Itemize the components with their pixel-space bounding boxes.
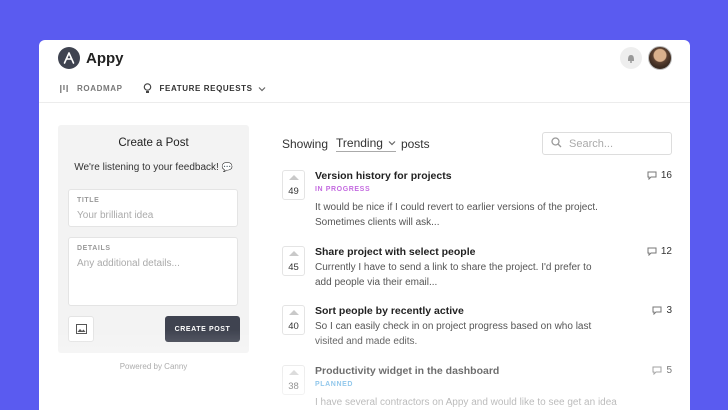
- upvote-arrow-icon: [289, 370, 299, 375]
- post-description-line: visited and made edits.: [315, 336, 418, 347]
- post-title[interactable]: Productivity widget in the dashboard: [315, 365, 499, 377]
- post-description: I have several contractors on Appy and w…: [315, 395, 635, 410]
- speech-bubble-icon: 💬: [221, 162, 233, 172]
- posts-list-header: Showing Trending posts: [282, 136, 430, 152]
- post-title[interactable]: Sort people by recently active: [315, 305, 464, 317]
- details-field-label: DETAILS: [77, 245, 111, 252]
- comment-count: 16: [647, 170, 672, 181]
- upvote-button[interactable]: 40: [282, 305, 305, 335]
- header: Appy ROADMAP FEATURE REQUESTS: [39, 40, 690, 103]
- post-description-line: I have several contractors on Appy and w…: [315, 397, 617, 408]
- upvote-arrow-icon: [289, 251, 299, 256]
- upvote-button[interactable]: 45: [282, 246, 305, 276]
- user-avatar[interactable]: [648, 46, 672, 70]
- roadmap-icon: [59, 84, 69, 94]
- image-icon: [75, 324, 87, 334]
- vote-count: 40: [288, 321, 299, 332]
- post-description: It would be nice if I could revert to ea…: [315, 200, 635, 230]
- search-icon: [551, 135, 562, 153]
- nav-item-feature-requests[interactable]: FEATURE REQUESTS: [143, 83, 266, 94]
- notification-icon[interactable]: [620, 47, 642, 69]
- create-post-subtitle-text: We're listening to your feedback!: [74, 162, 219, 173]
- comment-icon: [652, 366, 662, 375]
- nav-label-feature-requests: FEATURE REQUESTS: [159, 84, 253, 93]
- upvote-button[interactable]: 38: [282, 365, 305, 395]
- post-description-line: So I can easily check in on project prog…: [315, 321, 592, 332]
- powered-by-link[interactable]: Powered by Canny: [58, 362, 249, 371]
- comment-count: 12: [647, 246, 672, 257]
- search-input[interactable]: [569, 137, 664, 150]
- lightbulb-icon: [143, 83, 152, 94]
- comment-icon: [647, 171, 657, 180]
- comment-count: 5: [652, 365, 672, 376]
- post-description-line: add people via their email...: [315, 277, 438, 288]
- posts-label: posts: [400, 137, 430, 151]
- comment-count-value: 16: [660, 170, 672, 181]
- post-description-line: Sometimes clients will ask...: [315, 217, 440, 228]
- post-title[interactable]: Version history for projects: [315, 170, 452, 182]
- sort-value: Trending: [336, 136, 383, 150]
- comment-icon: [647, 247, 657, 256]
- upvote-arrow-icon: [289, 310, 299, 315]
- attach-image-button[interactable]: [68, 316, 94, 342]
- title-field-label: TITLE: [77, 197, 100, 204]
- status-badge: IN PROGRESS: [315, 186, 371, 193]
- post-description: Currently I have to send a link to share…: [315, 260, 635, 290]
- nav-bar: ROADMAP FEATURE REQUESTS: [59, 83, 286, 94]
- create-post-panel: Create a Post We're listening to your fe…: [58, 125, 249, 353]
- title-field[interactable]: TITLE Your brilliant idea: [68, 189, 238, 227]
- app-window: Appy ROADMAP FEATURE REQUESTS Create a P…: [39, 40, 690, 410]
- nav-item-roadmap[interactable]: ROADMAP: [59, 84, 123, 94]
- upvote-arrow-icon: [289, 175, 299, 180]
- app-name: Appy: [86, 50, 124, 67]
- create-post-subtitle: We're listening to your feedback! 💬: [58, 162, 249, 173]
- showing-label: Showing: [282, 137, 329, 151]
- vote-count: 49: [288, 186, 299, 197]
- vote-count: 38: [288, 381, 299, 392]
- comment-count-value: 3: [666, 305, 672, 316]
- title-input[interactable]: Your brilliant idea: [77, 210, 153, 221]
- details-input[interactable]: Any additional details...: [77, 258, 180, 269]
- upvote-button[interactable]: 49: [282, 170, 305, 200]
- vote-count: 45: [288, 262, 299, 273]
- post-title[interactable]: Share project with select people: [315, 246, 475, 258]
- logo-a-icon[interactable]: [58, 47, 80, 69]
- create-post-title: Create a Post: [118, 137, 189, 149]
- comment-count: 3: [652, 305, 672, 316]
- sort-select[interactable]: Trending: [336, 136, 396, 152]
- comment-count-value: 5: [666, 365, 672, 376]
- post-description-line: It would be nice if I could revert to ea…: [315, 202, 598, 213]
- post-description: So I can easily check in on project prog…: [315, 319, 635, 349]
- comment-count-value: 12: [660, 246, 672, 257]
- post-description-line: Currently I have to send a link to share…: [315, 262, 592, 273]
- create-post-button[interactable]: CREATE POST: [165, 316, 240, 342]
- main-content: Create a Post We're listening to your fe…: [39, 104, 690, 410]
- search-box[interactable]: [542, 132, 672, 155]
- chevron-down-icon: [258, 86, 266, 92]
- status-badge: PLANNED: [315, 381, 354, 388]
- nav-label-roadmap: ROADMAP: [77, 84, 123, 93]
- chevron-down-icon: [388, 140, 396, 146]
- comment-icon: [652, 306, 662, 315]
- details-field[interactable]: DETAILS Any additional details...: [68, 237, 238, 306]
